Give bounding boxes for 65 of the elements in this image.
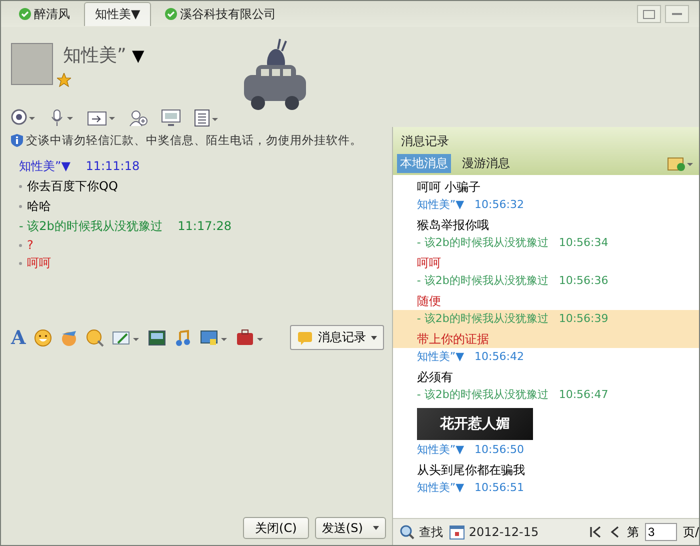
sender-line: - 该2b的时候我从没犹豫过 10:56:47 (416, 387, 610, 403)
search-button[interactable]: 查找 (398, 524, 443, 540)
caret-icon (372, 526, 379, 530)
page-field[interactable]: 3 (644, 523, 677, 541)
sender-line: 知性美”▼ 11:11:18 (18, 158, 141, 175)
online-check-icon (19, 8, 31, 20)
panel-title: 消息记录 (400, 133, 450, 150)
history-tab[interactable]: 漫游消息 (458, 154, 513, 173)
message-history-button[interactable]: 消息记录 (290, 325, 384, 350)
contact-name: 知性美” ▼ (63, 44, 144, 67)
contact-tab[interactable]: 知性美▼ (84, 2, 152, 26)
sender-line: 知性美”▼ 10:56:50 (416, 442, 525, 458)
chat-message: 随便 (416, 293, 442, 310)
message-manager-icon[interactable] (667, 156, 695, 172)
image-banner: 花开惹人媚 (416, 408, 533, 440)
font-icon[interactable]: A (11, 326, 26, 348)
send-button[interactable]: 发送(S) (314, 517, 386, 539)
webcam-icon[interactable] (11, 109, 37, 127)
screen-share-icon[interactable] (200, 328, 228, 346)
sender-line: - 该2b的时候我从没犹豫过 10:56:39 (416, 311, 610, 327)
chat-message: 你去百度下你QQ (7, 178, 392, 195)
emoji-magnifier-icon[interactable] (86, 328, 104, 346)
toolbox-icon[interactable] (236, 328, 264, 346)
minimize-button[interactable] (665, 5, 689, 23)
first-page-icon[interactable] (588, 525, 603, 539)
sender-line: - 该2b的时候我从没犹豫过 10:56:36 (416, 273, 610, 289)
image-icon[interactable] (148, 328, 166, 346)
sender-line: 知性美”▼ 10:56:51 (416, 480, 525, 496)
restore-button[interactable] (637, 5, 661, 23)
chat-message: 从头到尾你都在骗我 (416, 462, 526, 479)
online-check-icon (165, 8, 178, 20)
screenshot-icon[interactable] (112, 328, 140, 346)
date-button[interactable]: 2012-12-15 (448, 524, 539, 540)
chat-message: 哈哈 (7, 198, 392, 215)
chat-message: 带上你的证据 (416, 331, 490, 348)
calendar-icon (448, 524, 465, 540)
previous-page-icon[interactable] (608, 525, 621, 539)
star-icon (57, 73, 71, 87)
chat-message: ? (7, 238, 392, 252)
sender-line: - 该2b的时候我从没犹豫过 10:56:34 (416, 235, 610, 251)
music-note-icon[interactable] (174, 328, 192, 346)
add-contact-icon[interactable] (129, 109, 149, 127)
smiley-icon[interactable] (34, 328, 52, 346)
page-label: 第 (626, 524, 639, 540)
chat-message: 呵呵 (7, 255, 392, 272)
contact-tab[interactable]: 醉清风 (9, 2, 80, 26)
microphone-icon[interactable] (49, 109, 75, 127)
chat-message: 必须有 (416, 369, 454, 386)
page-label: 页/ (682, 524, 699, 540)
sender-line: 知性美”▼ 10:56:42 (416, 349, 525, 365)
document-icon[interactable] (193, 109, 221, 127)
shield-icon (11, 134, 23, 147)
security-notice: 交谈中请勿轻信汇款、中奖信息、陌生电话，勿使用外挂软件。 (1, 127, 392, 148)
chat-message: 呵呵 小骗子 (416, 179, 482, 196)
folder-arrow-icon[interactable] (87, 109, 117, 127)
close-button[interactable]: 关闭(C) (242, 517, 309, 539)
monitor-icon[interactable] (161, 109, 181, 127)
caret-icon (370, 336, 377, 340)
contact-tab[interactable]: 溪谷科技有限公司 (155, 2, 286, 26)
sender-line: 知性美”▼ 10:56:32 (416, 197, 525, 213)
chat-message: 猴岛举报你哦 (416, 217, 490, 234)
chat-message: 呵呵 (416, 255, 442, 272)
search-icon (398, 524, 415, 540)
chat-bubble-icon (296, 330, 313, 344)
sender-line: - 该2b的时候我从没犹豫过 11:17:28 (18, 218, 233, 235)
